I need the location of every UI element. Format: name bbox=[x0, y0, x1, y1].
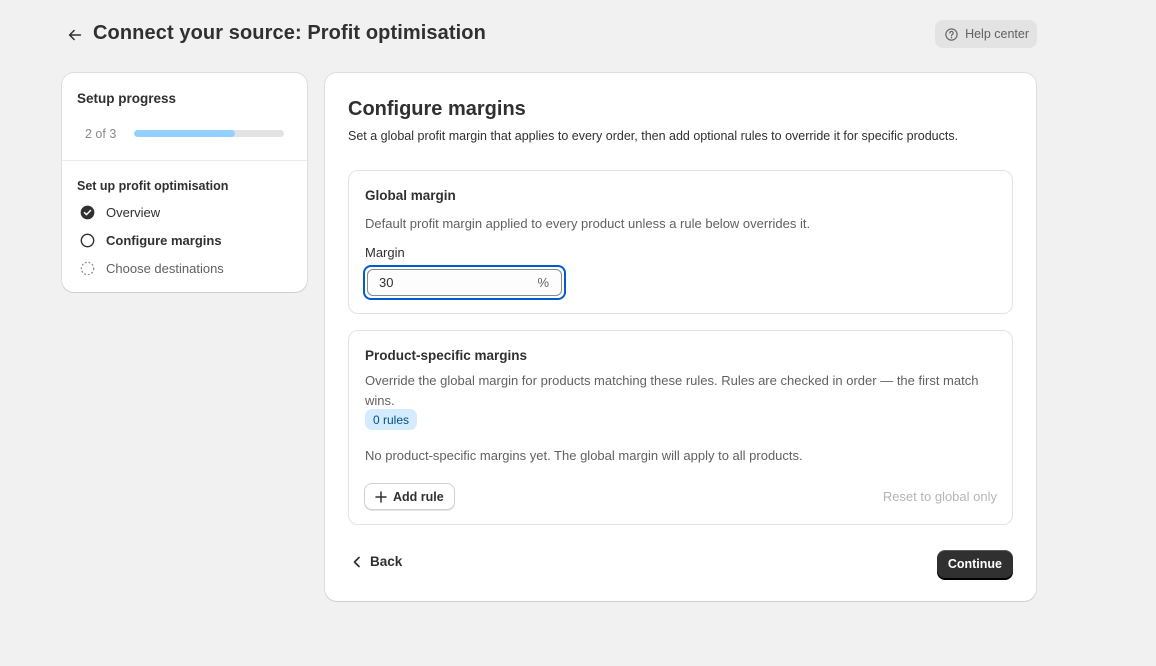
back-label: Back bbox=[370, 554, 403, 569]
back-button[interactable]: Back bbox=[352, 554, 402, 569]
help-icon bbox=[945, 27, 958, 41]
back-arrow-icon[interactable] bbox=[66, 26, 84, 44]
step-label: Configure margins bbox=[106, 232, 222, 248]
global-margin-description: Default profit margin applied to every p… bbox=[365, 216, 811, 231]
section-heading: Configure margins bbox=[348, 98, 526, 120]
dashed-circle-icon bbox=[80, 261, 95, 275]
add-rule-label: Add rule bbox=[393, 489, 444, 504]
progress-bar-fill bbox=[134, 130, 235, 137]
margin-input-focus-ring: 30 % bbox=[363, 265, 566, 300]
rules-count-badge: 0 rules bbox=[365, 409, 418, 430]
progress-title: Setup progress bbox=[77, 91, 177, 106]
product-margins-title: Product-specific margins bbox=[365, 348, 528, 363]
margin-value: 30 bbox=[379, 275, 394, 290]
help-center-label: Help center bbox=[965, 27, 1029, 41]
progress-section-title: Set up profit optimisation bbox=[77, 179, 229, 193]
progress-bar bbox=[134, 130, 284, 137]
step-overview[interactable]: Overview bbox=[80, 203, 160, 221]
help-center-button[interactable]: Help center bbox=[935, 20, 1037, 48]
progress-count: 2 of 3 bbox=[85, 127, 117, 141]
configure-margins-card: Configure margins Set a global profit ma… bbox=[325, 73, 1036, 601]
page-title: Connect your source: Profit optimisation bbox=[93, 22, 486, 44]
margin-input[interactable]: 30 % bbox=[367, 269, 562, 296]
step-choose-destinations[interactable]: Choose destinations bbox=[80, 259, 224, 277]
setup-progress-card: Setup progress 2 of 3 Set up profit opti… bbox=[62, 73, 307, 292]
step-configure-margins[interactable]: Configure margins bbox=[80, 231, 222, 249]
product-margins-description: Override the global margin for products … bbox=[365, 373, 979, 408]
chevron-left-icon bbox=[353, 556, 360, 567]
step-label: Choose destinations bbox=[106, 260, 224, 276]
divider bbox=[62, 160, 307, 161]
empty-state-text: No product-specific margins yet. The glo… bbox=[365, 448, 803, 463]
global-margin-card: Global margin Default profit margin appl… bbox=[348, 170, 1013, 314]
plus-icon bbox=[375, 490, 387, 503]
reset-to-global-button[interactable]: Reset to global only bbox=[883, 489, 997, 504]
step-label: Overview bbox=[106, 204, 161, 220]
continue-button[interactable]: Continue bbox=[936, 550, 1013, 578]
global-margin-title: Global margin bbox=[365, 188, 456, 203]
percent-suffix: % bbox=[537, 275, 549, 290]
add-rule-button[interactable]: Add rule bbox=[364, 483, 455, 510]
check-circle-icon bbox=[80, 205, 95, 219]
page-header: Connect your source: Profit optimisation… bbox=[62, 20, 1037, 50]
margin-label: Margin bbox=[365, 245, 405, 260]
circle-outline-icon bbox=[80, 233, 95, 247]
product-margins-card: Product-specific margins Override the gl… bbox=[348, 330, 1013, 525]
section-description: Set a global profit margin that applies … bbox=[348, 129, 959, 143]
